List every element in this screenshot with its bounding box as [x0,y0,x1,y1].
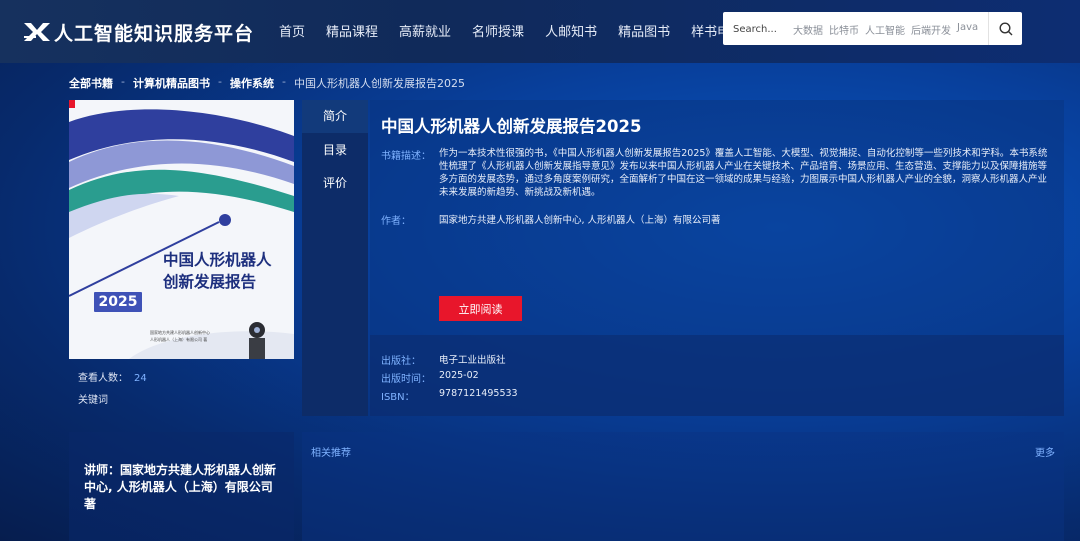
search-input[interactable] [731,12,791,47]
breadcrumb-subcategory[interactable]: 操作系统 [230,75,274,91]
keywords-label: 关键词 [78,395,108,406]
author-label: 作者： [381,216,411,227]
cover-year-badge: 2025 [94,292,142,312]
search-tag[interactable]: 比特币 [829,22,859,37]
description-label: 书籍描述： [381,151,431,162]
book-cover[interactable]: 中国人形机器人 创新发展报告 [69,100,294,359]
recommend-more-link[interactable]: 更多 [1035,444,1055,459]
detail-tabs: 简介 目录 评价 [302,100,368,416]
breadcrumb-separator: - [217,75,222,88]
tab-toc[interactable]: 目录 [302,134,368,167]
nav-quality-books[interactable]: 精品图书 [618,21,670,40]
book-author: 国家地方共建人形机器人创新中心, 人形机器人（上海）有限公司著 [439,215,721,226]
breadcrumb-all-books[interactable]: 全部书籍 [69,75,113,91]
breadcrumb-separator: - [281,75,286,88]
search-icon [998,21,1012,35]
nav-jobs[interactable]: 高薪就业 [399,21,451,40]
isbn-label: ISBN： [381,392,415,403]
search-button[interactable] [988,12,1022,45]
view-count-label: 查看人数： [78,373,128,384]
search-tag[interactable]: 后端开发 [911,22,951,37]
publisher-label: 出版社： [381,356,421,367]
view-count: 查看人数： 24 [78,369,147,384]
logo-text: 人工智能知识服务平台 [54,22,255,45]
book-description: 作为一本技术性很强的书，《中国人形机器人创新发展报告2025》覆盖人工智能、大模… [439,148,1048,198]
search-tag[interactable]: 大数据 [793,22,823,37]
recommend-title: 相关推荐 [311,448,351,459]
book-publish-date: 2025-02 [439,370,479,381]
cover-title-line1: 中国人形机器人 [163,251,272,269]
lecturer-name: 讲师：国家地方共建人形机器人创新中心, 人形机器人（上海）有限公司著 [84,463,277,511]
nav-home[interactable]: 首页 [279,21,305,40]
book-isbn: 9787121495533 [439,388,518,399]
breadcrumb-current: 中国人形机器人创新发展报告2025 [293,77,465,90]
breadcrumb-category[interactable]: 计算机精品图书 [133,75,210,91]
publish-date-label: 出版时间： [381,374,431,385]
search-tag[interactable]: Java [957,22,978,37]
tab-reviews[interactable]: 评价 [302,167,368,200]
search-box: 大数据 比特币 人工智能 后端开发 Java [723,12,1022,47]
logo-icon [24,23,50,41]
book-publisher: 电子工业出版社 [439,355,506,366]
cover-artwork [69,100,294,359]
main-nav: 首页 精品课程 高薪就业 名师授课 人邮知书 精品图书 样书申请 [279,21,764,40]
cover-author-line2: 人形机器人（上海）有限公司 著 [150,337,208,342]
cover-title-line2: 创新发展报告 [163,273,257,291]
search-tag[interactable]: 人工智能 [865,22,905,37]
top-header: 人工智能知识服务平台 首页 精品课程 高薪就业 名师授课 人邮知书 精品图书 样… [0,0,1080,63]
site-logo[interactable]: 人工智能知识服务平台 [22,17,254,47]
breadcrumb: 全部书籍 - 计算机精品图书 - 操作系统 - 中国人形机器人创新发展报告202… [69,75,465,91]
search-tags: 大数据 比特币 人工智能 后端开发 Java [793,22,984,37]
breadcrumb-separator: - [121,75,125,88]
book-title: 中国人形机器人创新发展报告2025 [381,117,642,136]
nav-teachers[interactable]: 名师授课 [472,21,524,40]
tab-intro[interactable]: 简介 [302,100,368,133]
nav-books-knowledge[interactable]: 人邮知书 [545,21,597,40]
nav-courses[interactable]: 精品课程 [326,21,378,40]
cover-author-line1: 国家地方共建人形机器人创新中心 [150,330,210,335]
read-now-button[interactable]: 立即阅读 [439,296,522,321]
view-count-value: 24 [134,373,147,384]
recommend-section [302,432,1064,541]
